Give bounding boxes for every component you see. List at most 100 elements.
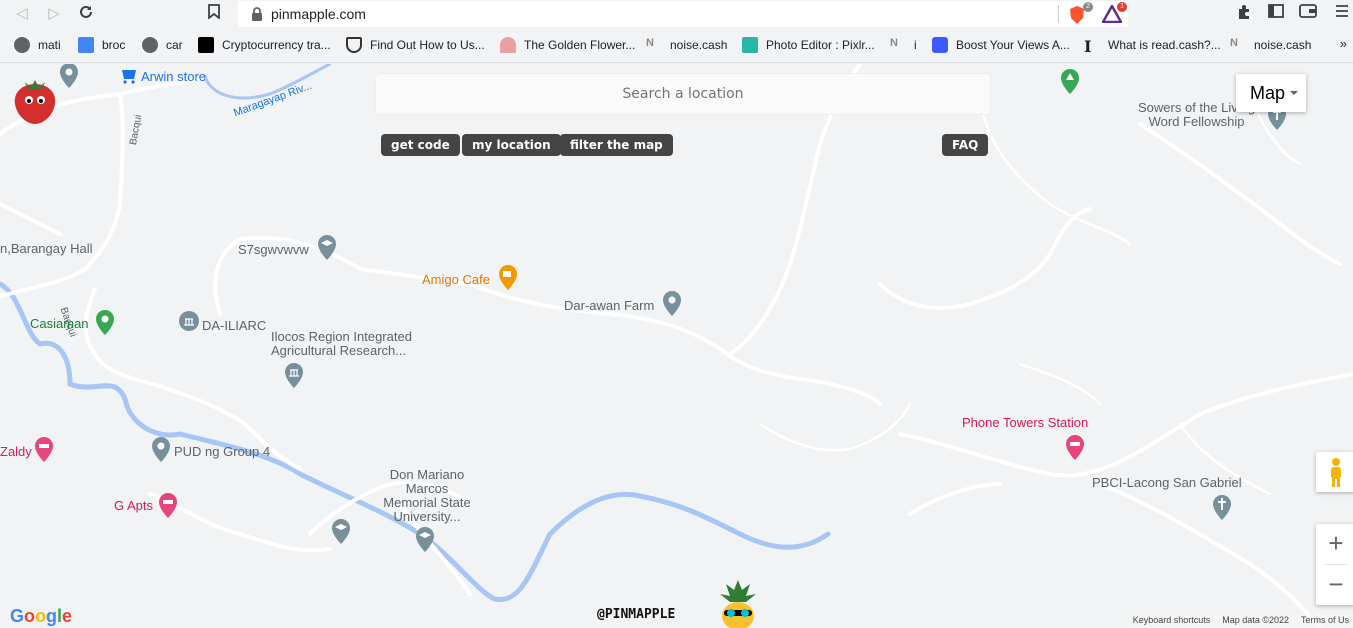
bookmark-label: Boost Your Views A... [956, 38, 1070, 52]
bookmark-item[interactable]: The Golden Flower... [500, 36, 635, 54]
place-label: Memorial State [383, 495, 471, 510]
place-zaldy[interactable]: Zaldy [0, 445, 32, 459]
bookmark-item[interactable]: Boost Your Views A... [932, 36, 1070, 54]
place-label: Don Mariano [389, 467, 465, 482]
pineapple-logo-icon [720, 580, 756, 628]
location-pin-icon[interactable] [661, 290, 683, 318]
bookmark-icon[interactable] [204, 4, 224, 24]
location-pin-icon[interactable] [58, 64, 80, 90]
place-pbci-lacong[interactable]: PBCI-Lacong San Gabriel [1092, 476, 1242, 490]
bookmark-item[interactable]: I What is read.cash?... [1084, 36, 1221, 56]
place-casiaman[interactable]: Casiaman [30, 317, 89, 331]
sidebar-icon[interactable] [1266, 4, 1286, 24]
cafe-pin-icon[interactable] [497, 264, 519, 292]
globe-icon [142, 37, 158, 53]
map-attribution: Keyboard shortcuts Map data ©2022 Terms … [1128, 615, 1353, 628]
map-type-dropdown[interactable]: Map [1236, 74, 1306, 112]
flower-icon [500, 37, 516, 53]
place-dmmmsu[interactable]: Don Mariano Marcos Memorial State Univer… [372, 468, 482, 524]
bookmark-item[interactable]: car [142, 36, 183, 54]
shop-icon[interactable] [118, 64, 140, 92]
readcash-icon: I [1084, 37, 1092, 56]
bookmark-item[interactable]: Nnoise.cash [1230, 36, 1311, 54]
school-pin-icon[interactable] [330, 518, 352, 546]
separator [1058, 5, 1059, 23]
rewards-badge: 1 [1117, 2, 1127, 12]
bookmark-item[interactable]: Cryptocurrency tra... [198, 36, 331, 54]
government-pin-icon[interactable] [283, 362, 305, 390]
back-icon[interactable]: ◁ [12, 4, 32, 24]
place-amigo-cafe[interactable]: Amigo Cafe [422, 273, 490, 287]
docs-icon [78, 37, 94, 53]
place-label: Agricultural Research... [271, 343, 407, 358]
keyboard-shortcuts-link[interactable]: Keyboard shortcuts [1133, 615, 1211, 628]
place-label: Marcos [405, 481, 449, 496]
shield-icon [346, 37, 362, 53]
url-text: pinmapple.com [271, 6, 366, 22]
bookmark-item[interactable]: Find Out How to Us... [346, 36, 485, 54]
noise-icon: N [890, 37, 898, 49]
bookmarks-bar: mati broc car Cryptocurrency tra... Find… [0, 28, 1353, 63]
place-label: University... [393, 509, 461, 524]
forward-icon[interactable]: ▷ [44, 4, 64, 24]
brave-shield-icon[interactable]: 2 [1068, 2, 1093, 25]
hotel-pin-icon[interactable] [157, 492, 179, 520]
street-view-pegman[interactable] [1316, 452, 1353, 492]
zoom-out-button[interactable]: − [1316, 565, 1353, 605]
zoom-in-button[interactable]: + [1316, 524, 1353, 564]
reload-icon[interactable] [76, 4, 96, 24]
map-type-label: Map [1250, 83, 1286, 103]
address-bar[interactable]: pinmapple.com 2 1 [238, 1, 1128, 27]
zoom-control: + − [1316, 524, 1353, 605]
place-g-apts[interactable]: G Apts [114, 499, 153, 513]
filter-map-button[interactable]: filter the map [560, 134, 673, 156]
place-pud-group-4[interactable]: PUD ng Group 4 [174, 445, 270, 459]
rewards-icon[interactable]: 1 [1100, 2, 1127, 25]
map[interactable]: Maragayap Riv... Bacqui Bacqui Arwin sto… [0, 64, 1353, 628]
bookmark-label: i [914, 38, 917, 52]
park-pin-icon[interactable] [94, 309, 116, 337]
place-arwin[interactable]: Arwin store [141, 70, 206, 84]
globe-icon [14, 37, 30, 53]
place-ilocos-research[interactable]: Ilocos Region Integrated Agricultural Res… [271, 330, 412, 358]
bookmark-label: mati [38, 38, 61, 52]
place-da-iliarc[interactable]: DA-ILIARC [202, 319, 266, 333]
map-base [0, 64, 1353, 628]
place-phone-towers[interactable]: Phone Towers Station [962, 416, 1088, 430]
government-pin-icon[interactable] [178, 310, 200, 338]
school-pin-icon[interactable] [414, 526, 436, 554]
school-pin-icon[interactable] [316, 234, 338, 262]
bookmark-item[interactable]: broc [78, 36, 125, 54]
google-logo[interactable]: Google [10, 606, 72, 627]
place-s7sgwvwvw[interactable]: S7sgwvwvw [238, 243, 309, 257]
place-label: Word Fellowship [1148, 114, 1245, 129]
bookmark-item[interactable]: mati [14, 36, 61, 54]
menu-icon[interactable] [1332, 4, 1352, 24]
church-pin-icon[interactable] [1211, 494, 1233, 522]
more-bookmarks-icon[interactable]: » [1340, 36, 1347, 51]
terms-link[interactable]: Terms of Us [1301, 615, 1349, 628]
bookmark-label: noise.cash [1254, 38, 1312, 52]
crypto-icon [198, 37, 214, 53]
browser-toolbar: ◁ ▷ pinmapple.com 2 1 [0, 0, 1353, 28]
bookmark-item[interactable]: Ni [890, 36, 917, 54]
wallet-icon[interactable] [1298, 4, 1318, 24]
bookmark-item[interactable]: Photo Editor : Pixlr... [742, 36, 875, 54]
location-pin-icon[interactable] [150, 436, 172, 464]
pinmapple-handle: @PINMAPPLE [597, 607, 676, 622]
place-label: Ilocos Region Integrated [271, 329, 412, 344]
map-data-text: Map data ©2022 [1222, 615, 1289, 625]
my-location-button[interactable]: my location [462, 134, 561, 156]
extensions-icon[interactable] [1234, 4, 1254, 24]
get-code-button[interactable]: get code [381, 134, 460, 156]
strawberry-logo-icon[interactable] [10, 74, 60, 126]
park-pin-icon[interactable] [1059, 68, 1081, 96]
hotel-pin-icon[interactable] [33, 436, 55, 464]
place-darawan-farm[interactable]: Dar-awan Farm [564, 299, 654, 313]
bookmark-item[interactable]: Nnoise.cash [646, 36, 727, 54]
search-bar[interactable] [376, 74, 990, 114]
search-input[interactable] [376, 74, 990, 114]
place-barangay-hall[interactable]: n,Barangay Hall [0, 242, 93, 256]
faq-button[interactable]: FAQ [942, 134, 989, 156]
hotel-pin-icon[interactable] [1064, 434, 1086, 462]
